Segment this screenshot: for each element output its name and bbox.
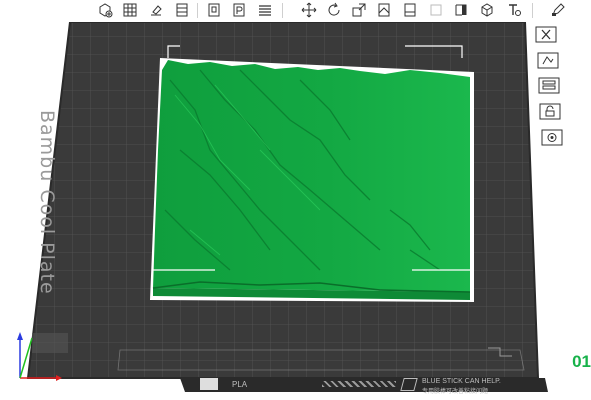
- filament-type: PLA: [232, 380, 248, 389]
- rotate-icon[interactable]: [325, 1, 343, 19]
- notice-line1: BLUE STICK CAN HELP.: [422, 378, 501, 385]
- plate-icon[interactable]: [205, 1, 223, 19]
- list-icon[interactable]: [256, 1, 274, 19]
- add-cube-icon[interactable]: [96, 1, 114, 19]
- plate-number[interactable]: 01: [572, 352, 591, 372]
- notice-line2: 专用胶棒可改善粘接问题: [422, 389, 489, 395]
- box-icon[interactable]: [478, 1, 496, 19]
- top-toolbar: [0, 0, 591, 22]
- settings-icon[interactable]: [540, 128, 564, 146]
- layers-icon[interactable]: [537, 76, 561, 94]
- paint-icon[interactable]: [549, 1, 567, 19]
- terrain-model[interactable]: [150, 45, 474, 302]
- close-icon[interactable]: [534, 25, 558, 43]
- color-icon[interactable]: [401, 1, 419, 19]
- arrange-icon[interactable]: [536, 51, 560, 69]
- lock-icon[interactable]: [538, 102, 562, 120]
- import-icon[interactable]: [147, 1, 165, 19]
- table-icon[interactable]: [173, 1, 191, 19]
- viewport-3d[interactable]: [0, 0, 591, 400]
- scale-icon[interactable]: [350, 1, 368, 19]
- grid-icon[interactable]: [121, 1, 139, 19]
- stripe-pattern: [322, 381, 396, 387]
- cut-icon[interactable]: [452, 1, 470, 19]
- split-icon[interactable]: [427, 1, 445, 19]
- move-icon[interactable]: [300, 1, 318, 19]
- plate-label: Bambu Cool Plate: [36, 110, 58, 295]
- text-icon[interactable]: [505, 1, 523, 19]
- plate-p-icon[interactable]: [230, 1, 248, 19]
- align-icon[interactable]: [375, 1, 393, 19]
- filament-badge: [200, 378, 218, 390]
